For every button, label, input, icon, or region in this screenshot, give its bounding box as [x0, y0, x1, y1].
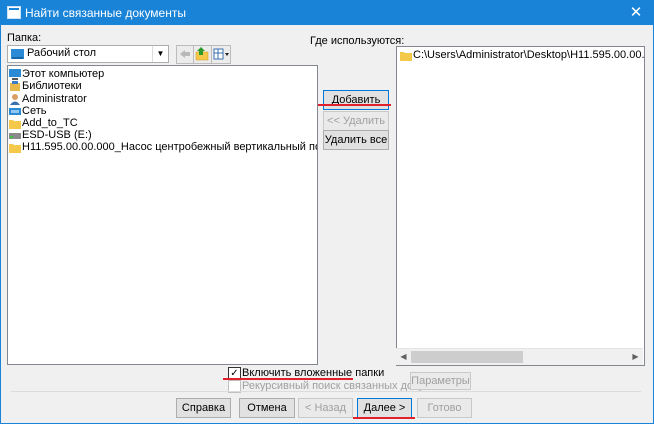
- annotation-underline: [353, 417, 415, 419]
- view-grid-icon: [213, 48, 229, 60]
- close-button[interactable]: ✕: [619, 1, 653, 25]
- list-item-label: Add_to_TC: [22, 117, 78, 129]
- folder-combo[interactable]: Рабочий стол ▼: [7, 45, 169, 63]
- params-button[interactable]: Параметры: [410, 372, 471, 390]
- used-in-label: Где используются:: [310, 35, 405, 47]
- back-button[interactable]: < Назад: [298, 398, 353, 418]
- desktop-icon: [11, 49, 24, 59]
- cancel-button[interactable]: Отмена: [239, 398, 295, 418]
- scroll-right-icon[interactable]: ▶: [628, 349, 643, 365]
- title-bar: Найти связанные документы ✕: [1, 1, 653, 25]
- network-icon: [9, 108, 21, 115]
- view-menu-button[interactable]: [211, 45, 231, 64]
- computer-icon: [9, 69, 21, 80]
- back-arrow-icon: [180, 50, 190, 58]
- back-folder-button[interactable]: [176, 45, 194, 64]
- next-button[interactable]: Далее >: [357, 398, 412, 418]
- annotation-underline: [318, 104, 391, 106]
- library-icon: [10, 81, 20, 91]
- folder-label: Папка:: [7, 32, 42, 44]
- remove-button[interactable]: << Удалить: [323, 111, 389, 131]
- app-icon: [7, 6, 21, 19]
- window-title: Найти связанные документы: [25, 6, 186, 20]
- folder-icon: [400, 52, 412, 61]
- separator: [11, 391, 641, 392]
- help-button[interactable]: Справка: [176, 398, 231, 418]
- list-item-label: Administrator: [22, 93, 87, 105]
- list-item-label: ESD-USB (E:): [22, 129, 92, 141]
- add-button[interactable]: Добавить >>: [323, 90, 389, 124]
- user-icon: [10, 94, 20, 105]
- scroll-thumb[interactable]: [411, 351, 523, 363]
- list-item-label: C:\Users\Administrator\Desktop\H11.595.0…: [413, 49, 645, 61]
- list-item-label: Сеть: [22, 105, 47, 117]
- done-button[interactable]: Готово: [417, 398, 472, 418]
- used-in-list[interactable]: C:\Users\Administrator\Desktop\H11.595.0…: [396, 46, 645, 366]
- list-item-label: H11.595.00.00.000_Насос центробежный вер…: [22, 141, 317, 153]
- folder-combo-value: Рабочий стол: [27, 47, 97, 59]
- folder-icon: [9, 144, 21, 153]
- remove-all-button[interactable]: Удалить все: [323, 130, 389, 150]
- list-item-label: Этот компьютер: [22, 68, 105, 80]
- usb-drive-icon: [9, 133, 21, 139]
- up-folder-button[interactable]: [193, 45, 212, 64]
- horizontal-scrollbar[interactable]: ◀ ▶: [396, 348, 643, 365]
- folder-up-icon: [195, 47, 209, 61]
- folder-icon: [9, 120, 21, 129]
- list-item-label: Библиотеки: [22, 80, 82, 92]
- chevron-down-icon[interactable]: ▼: [152, 46, 168, 62]
- folder-list[interactable]: Этот компьютер Библиотеки Administrator …: [7, 65, 318, 365]
- find-related-documents-dialog: Найти связанные документы ✕ Папка: Рабоч…: [0, 0, 654, 424]
- scroll-left-icon[interactable]: ◀: [396, 349, 411, 365]
